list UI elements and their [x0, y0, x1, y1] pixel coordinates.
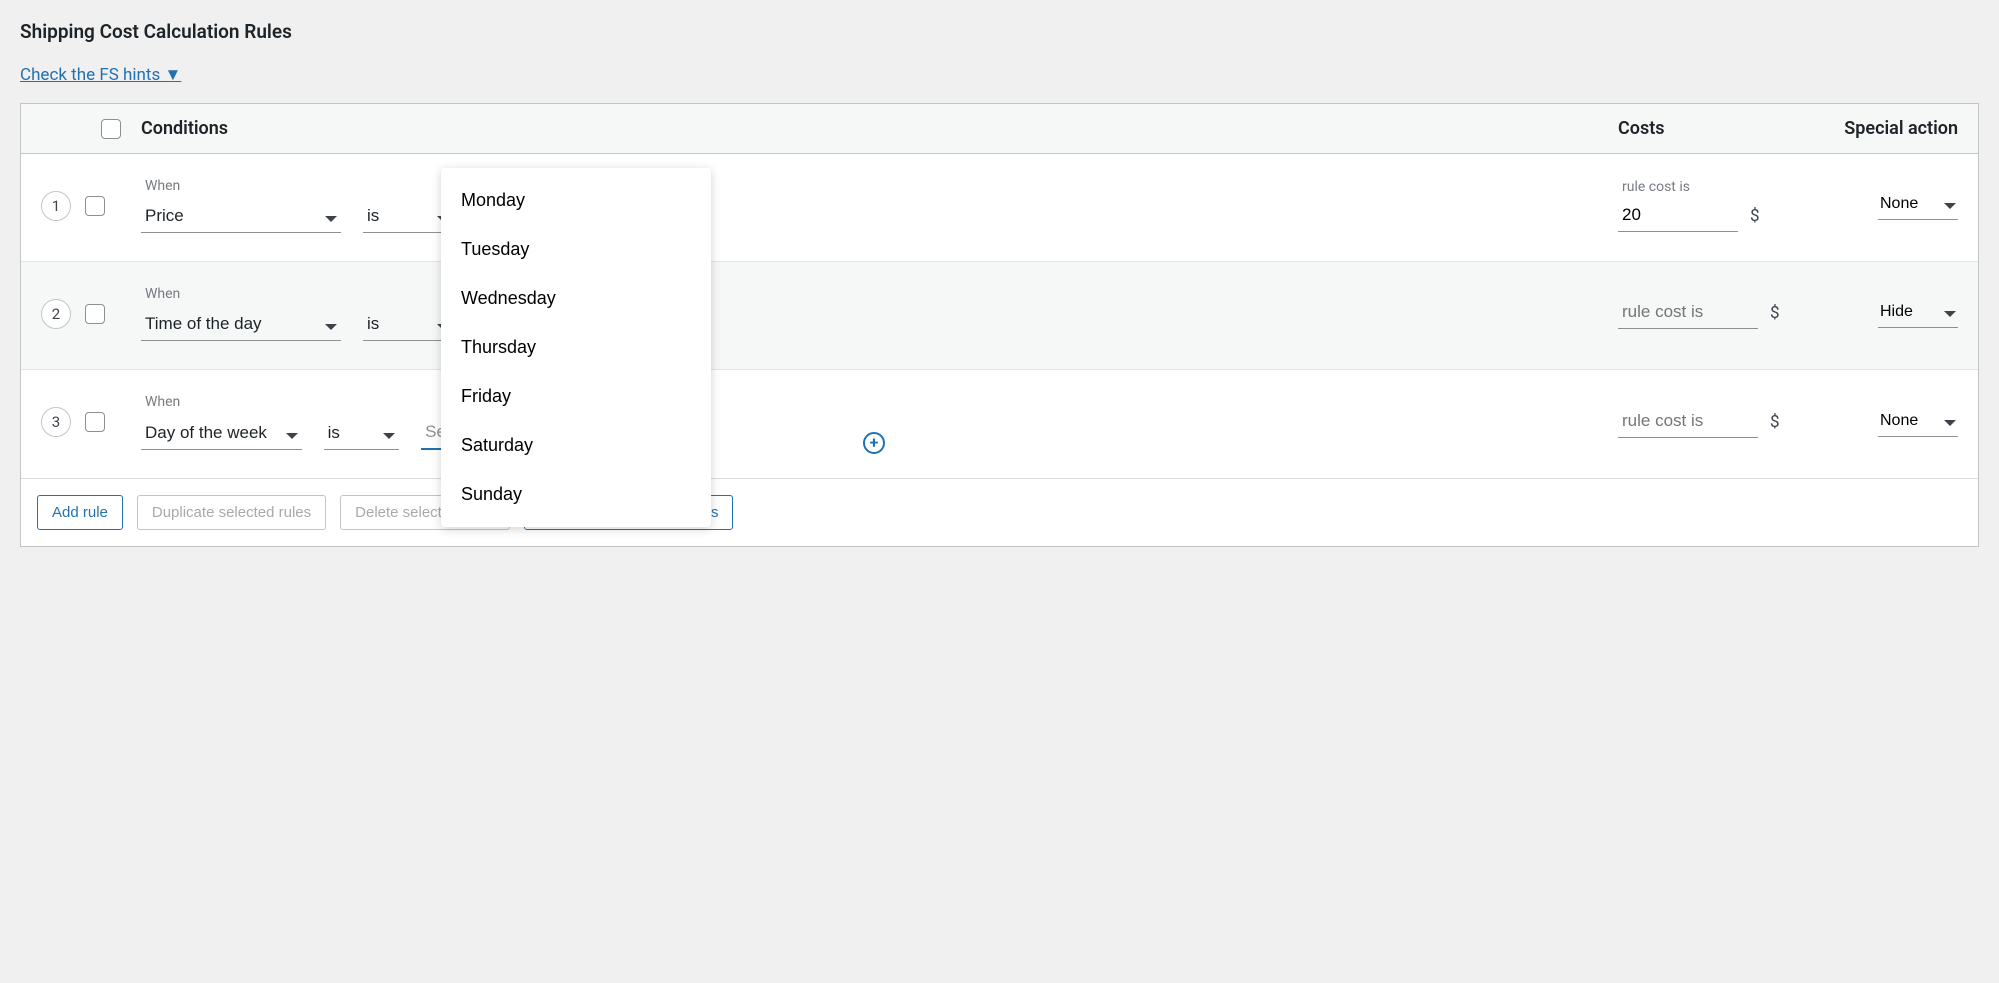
special-action-value: None	[1880, 412, 1918, 429]
operator-select[interactable]: is	[363, 202, 453, 233]
rule-checkbox[interactable]	[85, 304, 105, 324]
chevron-down-icon	[286, 424, 298, 444]
rule-number: 1	[41, 191, 71, 221]
operator-select[interactable]: is	[324, 419, 400, 450]
duplicate-rules-button[interactable]: Duplicate selected rules	[137, 495, 326, 530]
currency-symbol: $	[1770, 412, 1780, 438]
plus-icon[interactable]: +	[863, 432, 885, 454]
special-action-value: Hide	[1880, 303, 1913, 320]
rule-number: 3	[41, 407, 71, 437]
rules-panel: Monday Tuesday Wednesday Thursday Friday…	[20, 103, 1979, 547]
special-action-select[interactable]: None	[1878, 191, 1958, 220]
dropdown-item-thursday[interactable]: Thursday	[441, 323, 711, 372]
operator-value: is	[367, 206, 379, 225]
rule-checkbox[interactable]	[85, 196, 105, 216]
th-costs: Costs	[1618, 118, 1798, 139]
rule-row: 3 When Day of the week is Select the day…	[21, 369, 1978, 478]
cost-input[interactable]	[1618, 298, 1758, 329]
page-title: Shipping Cost Calculation Rules	[20, 20, 1979, 43]
condition-value: Time of the day	[145, 314, 262, 333]
condition-select[interactable]: Time of the day	[141, 310, 341, 341]
chevron-down-icon	[325, 207, 337, 227]
chevron-down-icon	[1944, 196, 1956, 214]
currency-symbol: $	[1770, 303, 1780, 329]
chevron-down-icon	[325, 315, 337, 335]
dropdown-item-wednesday[interactable]: Wednesday	[441, 274, 711, 323]
hints-link[interactable]: Check the FS hints ▼	[20, 65, 181, 85]
th-conditions: Conditions	[141, 118, 661, 139]
dropdown-item-saturday[interactable]: Saturday	[441, 421, 711, 470]
dropdown-item-monday[interactable]: Monday	[441, 176, 711, 225]
dropdown-item-friday[interactable]: Friday	[441, 372, 711, 421]
rule-row: 1 When Price is rule cost is $	[21, 154, 1978, 261]
cost-label: rule cost is	[1618, 179, 1798, 195]
operator-select[interactable]: is	[363, 310, 453, 341]
special-action-value: None	[1880, 195, 1918, 212]
condition-select[interactable]: Price	[141, 202, 341, 233]
th-special: Special action	[1798, 118, 1958, 139]
cost-input[interactable]	[1618, 201, 1738, 232]
special-action-select[interactable]: None	[1878, 408, 1958, 437]
chevron-down-icon	[1944, 413, 1956, 431]
currency-symbol: $	[1750, 206, 1760, 232]
chevron-down-icon	[383, 424, 395, 444]
rule-number: 2	[41, 299, 71, 329]
chevron-down-icon	[1944, 304, 1956, 322]
special-action-select[interactable]: Hide	[1878, 299, 1958, 328]
rule-checkbox[interactable]	[85, 412, 105, 432]
select-all-checkbox[interactable]	[101, 119, 121, 139]
days-dropdown: Monday Tuesday Wednesday Thursday Friday…	[441, 168, 711, 527]
add-rule-button[interactable]: Add rule	[37, 495, 123, 530]
operator-value: is	[328, 423, 340, 442]
dropdown-item-sunday[interactable]: Sunday	[441, 470, 711, 519]
operator-value: is	[367, 314, 379, 333]
dropdown-item-tuesday[interactable]: Tuesday	[441, 225, 711, 274]
condition-select[interactable]: Day of the week	[141, 419, 302, 450]
rule-row: 2 When Time of the day is $ Hide	[21, 261, 1978, 369]
table-header: Conditions Costs Special action	[21, 104, 1978, 154]
footer-buttons: Add rule Duplicate selected rules Delete…	[21, 478, 1978, 546]
condition-value: Price	[145, 206, 184, 225]
condition-value: Day of the week	[145, 423, 267, 442]
cost-input[interactable]	[1618, 407, 1758, 438]
